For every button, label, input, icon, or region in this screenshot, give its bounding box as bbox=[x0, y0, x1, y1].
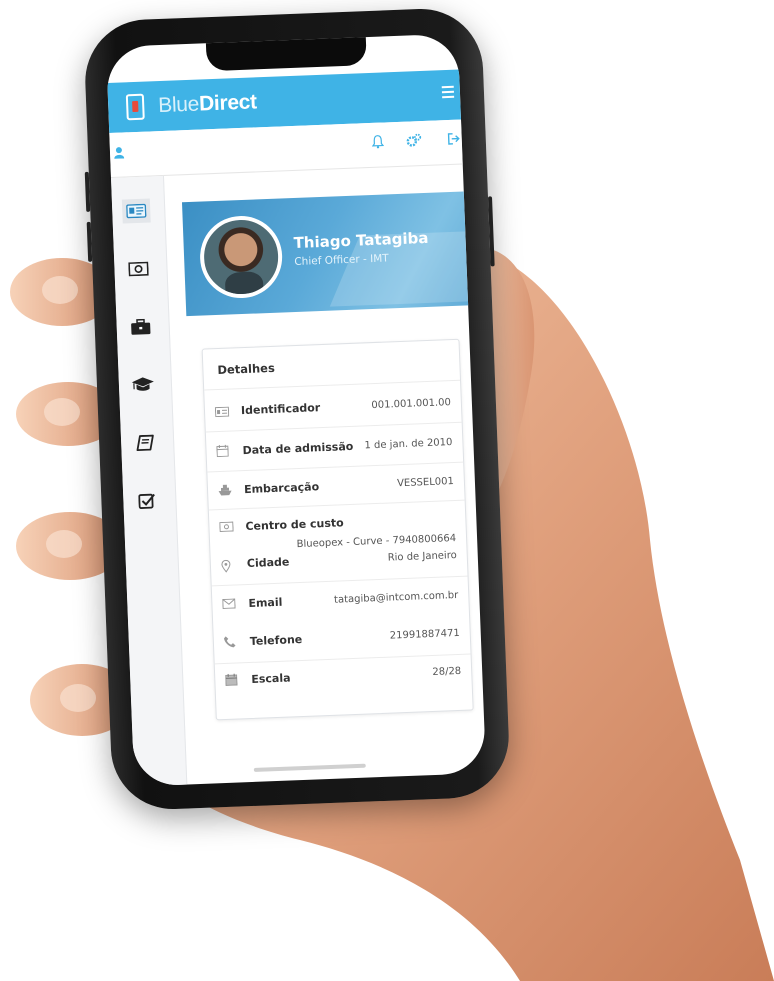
phone-icon bbox=[223, 636, 236, 648]
brand-part-direct: Direct bbox=[198, 90, 258, 116]
book-icon bbox=[136, 434, 154, 452]
sidebar-item-finance[interactable] bbox=[124, 256, 153, 281]
detail-value: 28/28 bbox=[432, 665, 462, 678]
detail-value: Rio de Janeiro bbox=[387, 549, 457, 564]
detail-label: Data de admissão bbox=[242, 439, 354, 458]
ship-icon bbox=[218, 484, 232, 496]
phone-frame: BlueDirect Thiago Tatagiba Chief Officer… bbox=[82, 6, 512, 812]
detail-value: 001.001.001.00 bbox=[371, 397, 452, 412]
id-card-icon bbox=[126, 203, 147, 219]
detail-value: 1 de jan. de 2010 bbox=[364, 437, 453, 452]
user-icon[interactable] bbox=[114, 146, 125, 159]
home-indicator bbox=[253, 763, 366, 772]
detail-label: Centro de custo bbox=[245, 516, 344, 534]
money-icon bbox=[128, 261, 149, 277]
details-card: Detalhes Identificador 001.001.001.00 Da… bbox=[201, 338, 474, 721]
bell-icon[interactable] bbox=[371, 134, 385, 149]
detail-label: Escala bbox=[251, 671, 291, 686]
detail-row-escala: Escala 28/28 bbox=[214, 653, 473, 705]
volume-button bbox=[84, 171, 91, 212]
map-pin-icon bbox=[221, 559, 231, 573]
logout-icon[interactable] bbox=[447, 132, 460, 146]
sidebar-item-jobs[interactable] bbox=[126, 314, 155, 339]
sidebar-item-documents[interactable] bbox=[131, 430, 160, 455]
profile-name: Thiago Tatagiba bbox=[293, 228, 429, 253]
volume-button bbox=[86, 221, 93, 262]
briefcase-icon bbox=[131, 318, 151, 335]
detail-value: Blueopex - Curve - 7940800664 bbox=[296, 532, 457, 551]
brand-name[interactable]: BlueDirect bbox=[158, 90, 257, 118]
checkbox-icon bbox=[138, 493, 155, 509]
sidebar-item-training[interactable] bbox=[129, 372, 158, 397]
envelope-icon bbox=[222, 598, 236, 610]
id-card-icon bbox=[214, 406, 230, 418]
graduation-cap-icon bbox=[131, 377, 154, 391]
phone-notch bbox=[205, 35, 367, 72]
sidebar-item-profile[interactable] bbox=[121, 198, 151, 224]
detail-value[interactable]: tatagiba@intcom.com.br bbox=[334, 590, 459, 606]
blue-direct-logo-icon bbox=[125, 93, 145, 121]
profile-avatar[interactable] bbox=[198, 214, 284, 300]
profile-banner: Thiago Tatagiba Chief Officer - IMT bbox=[181, 190, 487, 317]
detail-label: Embarcação bbox=[243, 480, 320, 497]
phone-screen: BlueDirect Thiago Tatagiba Chief Officer… bbox=[105, 33, 487, 787]
detail-label: Email bbox=[248, 595, 283, 611]
calendar-icon bbox=[216, 444, 229, 458]
detail-label: Cidade bbox=[246, 555, 290, 571]
sidebar-item-tasks[interactable] bbox=[133, 488, 162, 513]
details-title: Detalhes bbox=[217, 360, 276, 378]
brand-part-blue: Blue bbox=[157, 92, 200, 118]
gears-icon[interactable] bbox=[406, 133, 423, 148]
detail-label: Identificador bbox=[240, 401, 321, 418]
detail-value[interactable]: 21991887471 bbox=[390, 628, 460, 642]
hamburger-menu-icon[interactable] bbox=[441, 85, 455, 100]
detail-label: Telefone bbox=[249, 632, 303, 648]
calendar-icon bbox=[225, 673, 238, 686]
detail-row-centro-custo: Centro de custo Blueopex - Curve - 79408… bbox=[208, 499, 468, 587]
sidebar bbox=[110, 175, 188, 787]
profile-role: Chief Officer - IMT bbox=[294, 252, 389, 268]
detail-value: VESSEL001 bbox=[396, 476, 455, 490]
money-icon bbox=[219, 521, 234, 533]
